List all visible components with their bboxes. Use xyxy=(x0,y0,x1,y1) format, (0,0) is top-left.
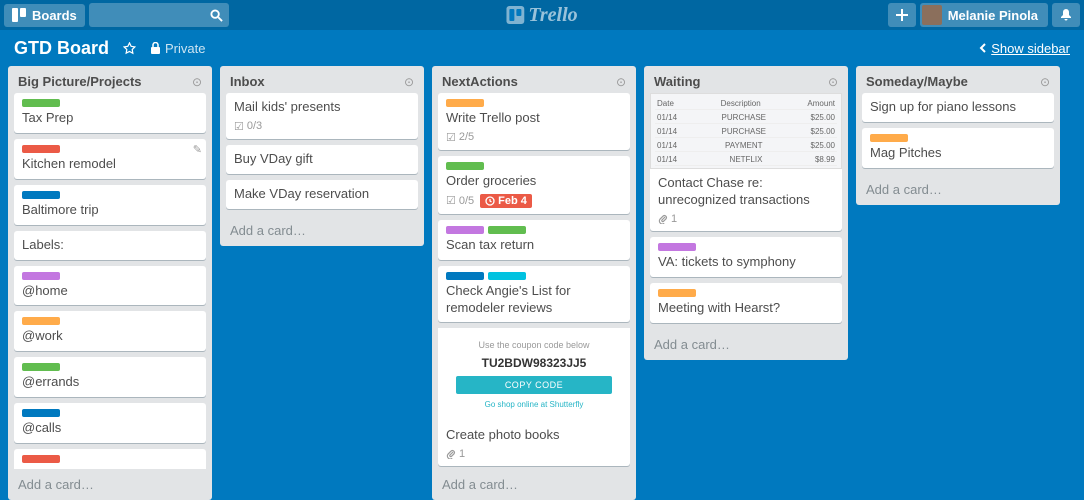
label-orange xyxy=(22,317,60,325)
card[interactable]: Tax Prep xyxy=(14,93,206,133)
list-waiting: Waiting ⊙ DateDescriptionAmount 01/14PUR… xyxy=(644,66,848,360)
card[interactable]: Buy VDay gift xyxy=(226,145,418,174)
label-purple xyxy=(446,226,484,234)
card[interactable]: Baltimore trip xyxy=(14,185,206,225)
star-icon xyxy=(123,42,136,55)
show-sidebar-button[interactable]: Show sidebar xyxy=(979,41,1070,56)
due-badge: Feb 4 xyxy=(480,194,532,208)
card[interactable]: Labels: xyxy=(14,231,206,260)
card[interactable]: Sign up for piano lessons xyxy=(862,93,1054,122)
card[interactable]: Write Trello post ☑ 2/5 xyxy=(438,93,630,150)
add-card-button[interactable]: Add a card… xyxy=(644,329,848,360)
label-red xyxy=(22,455,60,463)
card-cover: Use the coupon code below TU2BDW98323JJ5… xyxy=(438,328,630,421)
visibility-button[interactable]: Private xyxy=(150,41,205,56)
list-menu-button[interactable]: ⊙ xyxy=(1040,75,1050,89)
list-someday: Someday/Maybe ⊙ Sign up for piano lesson… xyxy=(856,66,1060,205)
list-title[interactable]: NextActions xyxy=(442,74,518,89)
card[interactable]: VA: tickets to symphony xyxy=(650,237,842,277)
boards-icon xyxy=(12,8,26,22)
star-button[interactable] xyxy=(123,42,136,55)
card[interactable]: Check Angie's List for remodeler reviews xyxy=(438,266,630,323)
add-button[interactable] xyxy=(888,3,916,27)
label-purple xyxy=(22,272,60,280)
notifications-button[interactable] xyxy=(1052,3,1080,27)
label-green xyxy=(488,226,526,234)
add-card-button[interactable]: Add a card… xyxy=(8,469,212,500)
add-card-button[interactable]: Add a card… xyxy=(220,215,424,246)
paperclip-icon xyxy=(446,449,456,459)
plus-icon xyxy=(895,8,909,22)
list-menu-button[interactable]: ⊙ xyxy=(192,75,202,89)
card[interactable]: Mag Pitches xyxy=(862,128,1054,168)
label-orange xyxy=(658,289,696,297)
list-title[interactable]: Someday/Maybe xyxy=(866,74,968,89)
label-blue xyxy=(22,191,60,199)
trello-logo[interactable]: Trello xyxy=(506,4,577,27)
label-sky xyxy=(488,272,526,280)
list-title[interactable]: Inbox xyxy=(230,74,265,89)
attachment-badge: 1 xyxy=(446,448,465,460)
card[interactable]: DateDescriptionAmount 01/14PURCHASE$25.0… xyxy=(650,93,842,231)
label-green xyxy=(22,99,60,107)
chevron-left-icon xyxy=(979,43,987,53)
label-green xyxy=(22,363,60,371)
list-menu-button[interactable]: ⊙ xyxy=(616,75,626,89)
board-canvas: Big Picture/Projects ⊙ Tax Prep ✎ Kitche… xyxy=(0,66,1084,500)
card[interactable]: @home xyxy=(14,266,206,306)
list-menu-button[interactable]: ⊙ xyxy=(404,75,414,89)
trello-logo-icon xyxy=(506,6,524,24)
list-title[interactable]: Big Picture/Projects xyxy=(18,74,142,89)
list-next-actions: NextActions ⊙ Write Trello post ☑ 2/5 Or… xyxy=(432,66,636,500)
card[interactable]: Make VDay reservation xyxy=(226,180,418,209)
label-red xyxy=(22,145,60,153)
checklist-badge: ☑ 0/3 xyxy=(234,120,262,133)
label-orange xyxy=(446,99,484,107)
label-purple xyxy=(658,243,696,251)
lock-icon xyxy=(150,42,161,54)
attachment-badge: 1 xyxy=(658,213,677,225)
topbar: Boards Trello Melanie Pinola xyxy=(0,0,1084,30)
list-title[interactable]: Waiting xyxy=(654,74,700,89)
boards-button[interactable]: Boards xyxy=(4,4,85,27)
avatar xyxy=(922,5,942,25)
label-blue xyxy=(22,409,60,417)
search-input[interactable] xyxy=(89,3,229,27)
card[interactable]: @work xyxy=(14,311,206,351)
clock-icon xyxy=(485,196,495,206)
card[interactable]: Mail kids' presents ☑ 0/3 xyxy=(226,93,418,139)
label-green xyxy=(446,162,484,170)
card[interactable]: !urgent xyxy=(14,449,206,469)
label-orange xyxy=(870,134,908,142)
card[interactable]: @errands xyxy=(14,357,206,397)
add-card-button[interactable]: Add a card… xyxy=(856,174,1060,205)
list-inbox: Inbox ⊙ Mail kids' presents ☑ 0/3 Buy VD… xyxy=(220,66,424,246)
card[interactable]: ✎ Kitchen remodel xyxy=(14,139,206,179)
checklist-badge: ☑ 2/5 xyxy=(446,131,474,144)
search-icon xyxy=(210,9,223,22)
paperclip-icon xyxy=(658,214,668,224)
list-menu-button[interactable]: ⊙ xyxy=(828,75,838,89)
card[interactable]: Meeting with Hearst? xyxy=(650,283,842,323)
card[interactable]: Scan tax return xyxy=(438,220,630,260)
board-title[interactable]: GTD Board xyxy=(14,38,109,59)
card-cover: DateDescriptionAmount 01/14PURCHASE$25.0… xyxy=(650,93,842,169)
pencil-icon[interactable]: ✎ xyxy=(193,143,202,156)
checklist-badge: ☑ 0/5 xyxy=(446,194,474,207)
label-blue xyxy=(446,272,484,280)
bell-icon xyxy=(1059,8,1073,22)
boards-label: Boards xyxy=(32,8,77,23)
add-card-button[interactable]: Add a card… xyxy=(432,469,636,500)
user-name: Melanie Pinola xyxy=(948,8,1038,23)
board-header: GTD Board Private Show sidebar xyxy=(0,30,1084,66)
user-menu-button[interactable]: Melanie Pinola xyxy=(920,3,1048,27)
card[interactable]: Order groceries ☑ 0/5 Feb 4 xyxy=(438,156,630,214)
card[interactable]: Use the coupon code below TU2BDW98323JJ5… xyxy=(438,328,630,466)
list-big-picture: Big Picture/Projects ⊙ Tax Prep ✎ Kitche… xyxy=(8,66,212,500)
card[interactable]: @calls xyxy=(14,403,206,443)
